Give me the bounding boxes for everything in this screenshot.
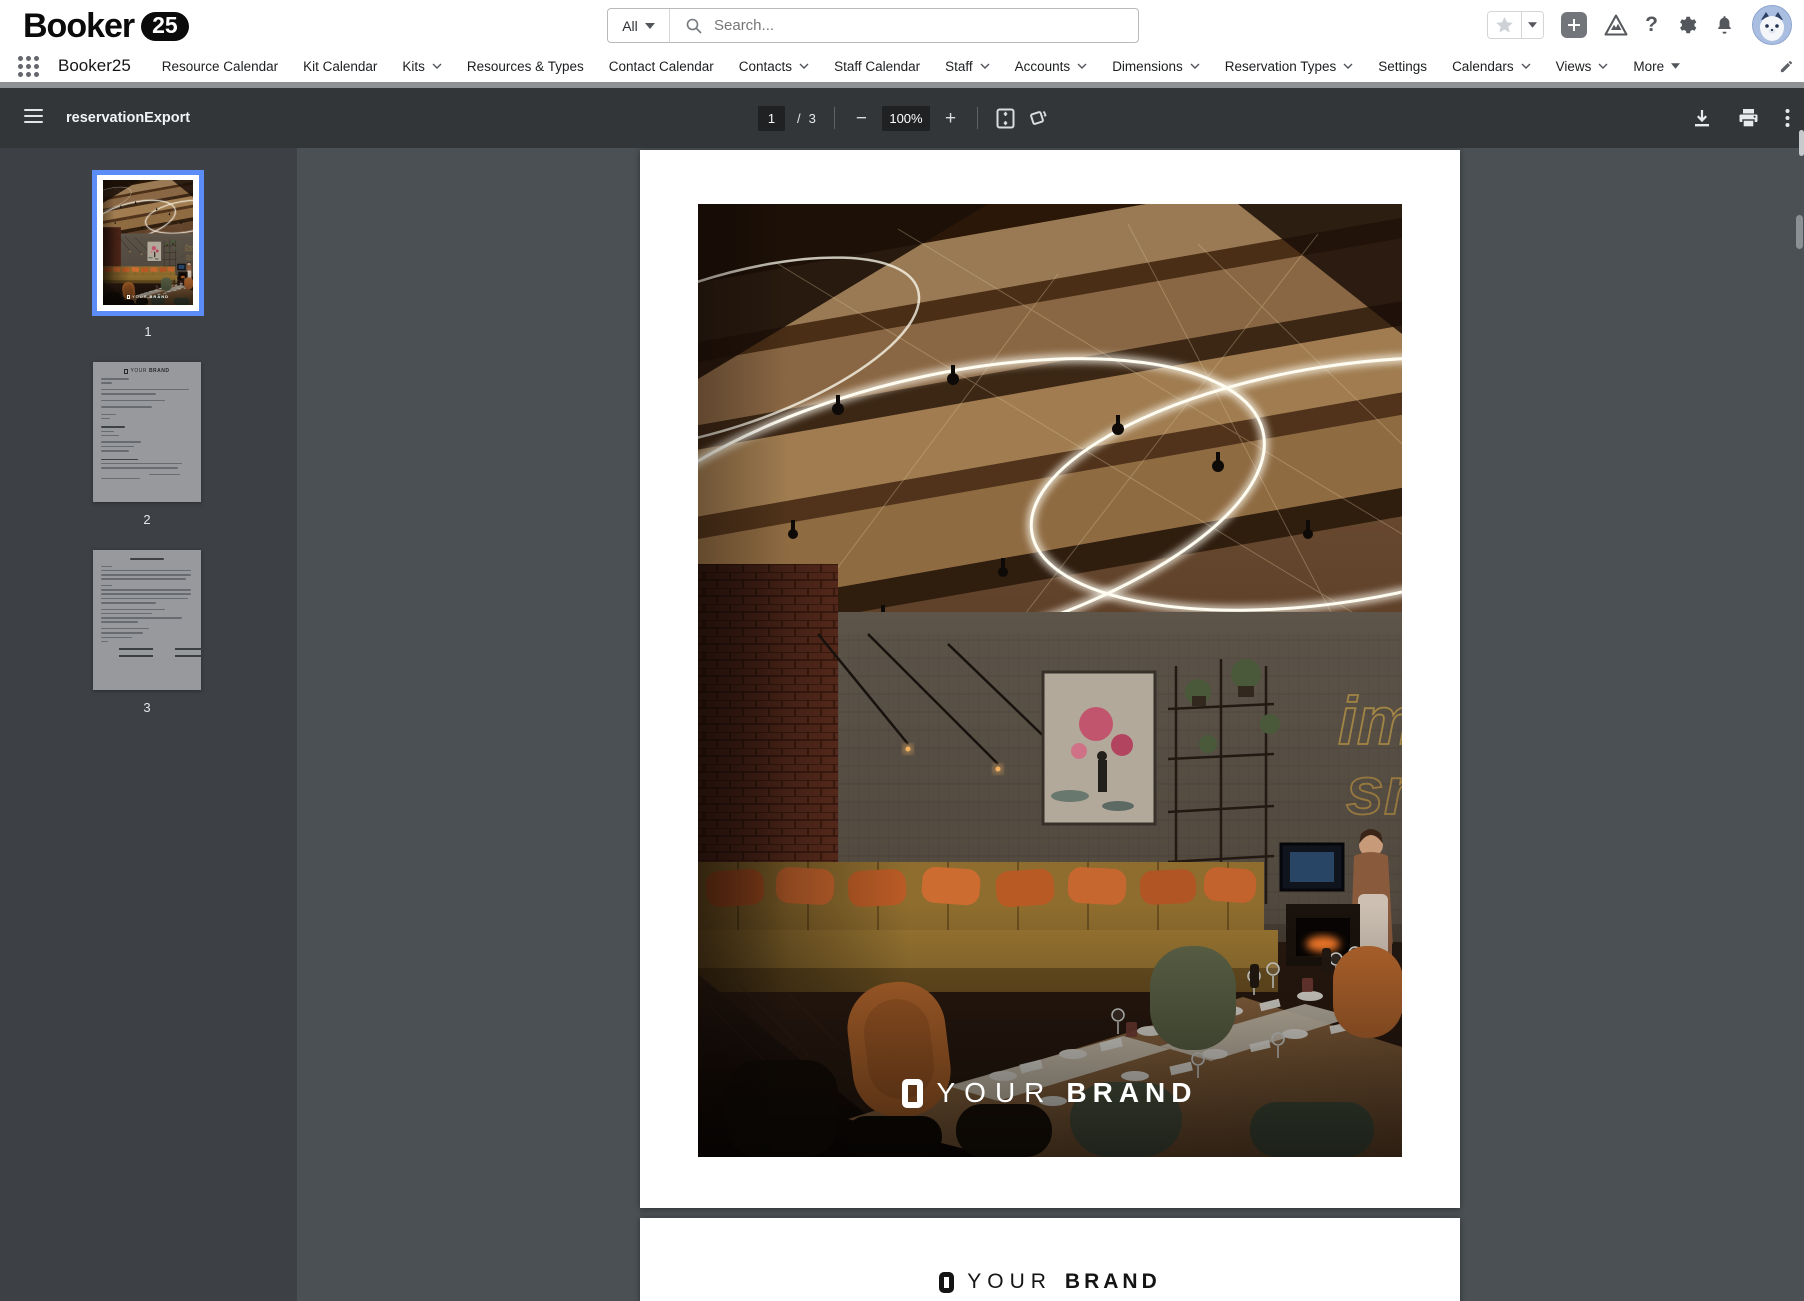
chevron-down-icon <box>432 63 442 69</box>
booker25-logo: Booker 25 <box>23 7 189 46</box>
thumbnail-page-1[interactable]: YOUR BRAND <box>92 170 204 316</box>
nav-tab-resources-types[interactable]: Resources & Types <box>467 59 584 74</box>
guidance-icon[interactable] <box>1604 14 1628 36</box>
brand-square-icon <box>939 1272 954 1293</box>
brand-logo: YOUR BRAND <box>698 1077 1402 1109</box>
nav-tab-resource-calendar[interactable]: Resource Calendar <box>162 59 278 74</box>
chevron-down-icon <box>1190 63 1200 69</box>
global-header: Booker 25 All <box>0 0 1804 50</box>
app-launcher-waffle-icon[interactable] <box>18 56 39 77</box>
signature-lines <box>119 648 193 662</box>
document-page-1: YOUR BRAND <box>640 150 1460 1208</box>
nav-tabs: Resource Calendar Kit Calendar Kits Reso… <box>162 59 1804 74</box>
thumbnail-page-3[interactable] <box>93 550 201 690</box>
chevron-down-icon <box>1598 63 1608 69</box>
toolbar-divider <box>977 107 978 129</box>
thumbnail-page-number: 3 <box>93 700 201 715</box>
setup-gear-icon[interactable] <box>1675 14 1697 36</box>
thumbnail-sidebar: YOUR BRAND 1 YOUR BRAND <box>0 148 297 1301</box>
pdf-toolbar: reservationExport 1 / 3 − 100% + <box>0 88 1804 148</box>
app-nav-bar: Booker25 Resource Calendar Kit Calendar … <box>0 50 1804 82</box>
restaurant-photo: YOUR BRAND <box>698 204 1402 1157</box>
nav-tab-settings[interactable]: Settings <box>1378 59 1427 74</box>
thumbnail-page-number: 1 <box>92 324 204 339</box>
toolbar-divider <box>834 107 835 129</box>
app-name: Booker25 <box>58 56 131 76</box>
global-actions-plus-icon[interactable] <box>1561 12 1587 38</box>
page-number-input[interactable]: 1 <box>758 106 785 131</box>
chevron-down-icon <box>1521 63 1531 69</box>
brand-square-icon <box>127 295 130 299</box>
nav-tab-staff-calendar[interactable]: Staff Calendar <box>834 59 920 74</box>
search-icon <box>686 18 702 34</box>
dropdown-triangle-icon <box>645 23 655 29</box>
thumbnail-brand-logo: YOUR BRAND <box>101 368 193 374</box>
brand-word-2: BRAND <box>1065 1270 1161 1294</box>
document-page-2: YOUR BRAND <box>640 1218 1460 1301</box>
user-avatar[interactable] <box>1752 5 1792 45</box>
search-scope-dropdown[interactable]: All <box>608 9 670 42</box>
zoom-in-button[interactable]: + <box>942 109 959 128</box>
more-options-kebab-icon[interactable] <box>1785 108 1790 128</box>
chevron-down-icon <box>1343 63 1353 69</box>
page-total: 3 <box>809 111 816 126</box>
document-title: reservationExport <box>66 110 190 126</box>
brand-word-2: BRAND <box>1066 1077 1197 1109</box>
edit-nav-pencil-icon[interactable] <box>1779 59 1794 74</box>
nav-tab-kits[interactable]: Kits <box>402 59 442 74</box>
search-scope-label: All <box>622 18 638 34</box>
brand-word-1: YOUR <box>936 1077 1053 1109</box>
rotate-page-icon[interactable] <box>1027 108 1047 128</box>
logo-text: Booker <box>23 7 134 46</box>
sidebar-toggle-menu-icon[interactable] <box>24 109 43 127</box>
brand-square-icon <box>902 1079 923 1108</box>
nav-tab-calendars[interactable]: Calendars <box>1452 59 1531 74</box>
pdf-viewer-area: YOUR BRAND 1 YOUR BRAND <box>0 148 1804 1301</box>
download-icon[interactable] <box>1692 108 1712 128</box>
thumbnail-brand-logo: YOUR BRAND <box>97 294 199 299</box>
triangle-down-icon <box>1671 63 1680 69</box>
favorite-star-icon[interactable] <box>1488 12 1521 38</box>
viewer-scrollbar-thumb[interactable] <box>1796 215 1803 249</box>
nav-tab-views[interactable]: Views <box>1556 59 1609 74</box>
nav-tab-kit-calendar[interactable]: Kit Calendar <box>303 59 377 74</box>
chevron-down-icon <box>1077 63 1087 69</box>
brand-logo: YOUR BRAND <box>640 1270 1460 1294</box>
chevron-down-icon <box>980 63 990 69</box>
zoom-level-input[interactable]: 100% <box>882 106 930 131</box>
browser-scrollbar-thumb[interactable] <box>1799 130 1804 156</box>
print-icon[interactable] <box>1738 108 1759 128</box>
brand-word-1: YOUR <box>967 1270 1052 1294</box>
chevron-down-icon <box>799 63 809 69</box>
favorites-control[interactable] <box>1487 11 1544 39</box>
thumbnail-page-number: 2 <box>93 512 201 527</box>
nav-tab-more[interactable]: More <box>1633 59 1680 74</box>
search-input[interactable] <box>712 16 1092 35</box>
notifications-bell-icon[interactable] <box>1714 14 1735 36</box>
application-window: Booker 25 All <box>0 0 1804 1301</box>
thumbnail-page-2[interactable]: YOUR BRAND <box>93 362 201 502</box>
global-search[interactable]: All <box>607 8 1139 43</box>
nav-tab-dimensions[interactable]: Dimensions <box>1112 59 1200 74</box>
help-icon[interactable]: ? <box>1645 13 1658 37</box>
nav-tab-staff[interactable]: Staff <box>945 59 990 74</box>
nav-tab-accounts[interactable]: Accounts <box>1015 59 1088 74</box>
favorites-dropdown[interactable] <box>1521 12 1543 38</box>
nav-tab-contact-calendar[interactable]: Contact Calendar <box>609 59 714 74</box>
nav-tab-contacts[interactable]: Contacts <box>739 59 809 74</box>
logo-badge: 25 <box>141 12 189 41</box>
nav-tab-reservation-types[interactable]: Reservation Types <box>1225 59 1354 74</box>
fit-to-page-icon[interactable] <box>996 108 1015 129</box>
zoom-out-button[interactable]: − <box>853 109 870 128</box>
page-separator: / <box>797 111 801 126</box>
